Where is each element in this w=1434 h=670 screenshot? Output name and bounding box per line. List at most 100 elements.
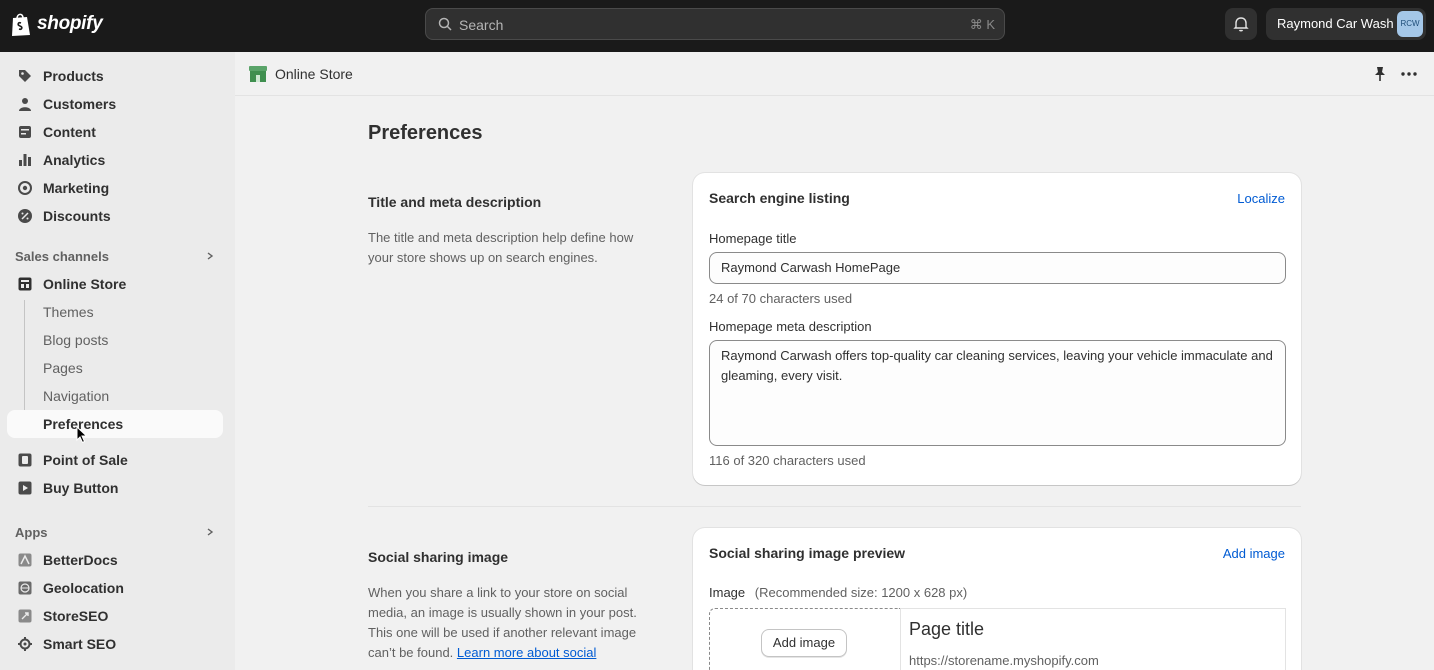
page-title: Preferences (368, 122, 483, 144)
image-label-text: Image (709, 585, 746, 600)
globe-icon (18, 581, 32, 595)
social-sharing-description: When you share a link to your store on s… (368, 583, 658, 663)
shopify-bag-icon (12, 13, 30, 36)
sidebar-item-label: BetterDocs (43, 552, 118, 568)
homepage-title-help: 24 of 70 characters used (709, 291, 853, 306)
localize-link[interactable]: Localize (1237, 191, 1285, 206)
mouse-cursor-icon (76, 426, 88, 444)
sales-channels-label: Sales channels (15, 249, 109, 264)
shopify-logo[interactable]: shopify (10, 11, 103, 37)
sidebar-item-label: Online Store (43, 276, 127, 292)
sidebar-item-label: Analytics (43, 152, 106, 168)
pos-icon (18, 453, 32, 467)
sidebar-item-content[interactable]: Content (7, 118, 223, 146)
sidebar-item-label: Pages (43, 360, 83, 376)
page-header-title: Online Store (275, 66, 353, 82)
bell-icon (1233, 17, 1249, 32)
chevron-right-icon (207, 252, 214, 260)
sidebar-item-point-of-sale[interactable]: Point of Sale (7, 446, 223, 474)
apps-label: Apps (15, 525, 48, 540)
sidebar-item-customers[interactable]: Customers (7, 90, 223, 118)
card-title: Social sharing image preview (709, 545, 906, 561)
social-preview-box: Page title https://storename.myshopify.c… (900, 608, 1286, 670)
preview-page-title: Page title (909, 619, 985, 639)
sidebar: Products Customers Content Analytics Mar… (0, 52, 235, 670)
sidebar-item-pages[interactable]: Pages (7, 354, 223, 382)
store-menu-button[interactable]: Raymond Car Wash RCW (1266, 8, 1426, 40)
sidebar-item-label: Geolocation (43, 580, 124, 596)
buy-button-icon (18, 481, 32, 495)
sidebar-item-label: Blog posts (43, 332, 109, 348)
sidebar-item-navigation[interactable]: Navigation (7, 382, 223, 410)
section-divider (368, 506, 1301, 507)
sidebar-item-discounts[interactable]: Discounts (7, 202, 223, 230)
target-icon (18, 181, 32, 195)
sidebar-item-storeseo[interactable]: StoreSEO (7, 602, 223, 630)
sidebar-item-online-store[interactable]: Online Store (7, 270, 223, 298)
meta-description-label: Homepage meta description (709, 319, 872, 334)
sidebar-item-label: Customers (43, 96, 117, 112)
sidebar-item-geolocation[interactable]: Geolocation (7, 574, 223, 602)
storeseo-icon (18, 609, 32, 623)
store-icon (18, 277, 32, 291)
sidebar-item-themes[interactable]: Themes (7, 298, 223, 326)
add-image-button[interactable]: Add image (761, 629, 847, 657)
sidebar-item-label: Products (43, 68, 104, 84)
sidebar-item-label: Navigation (43, 388, 110, 404)
sidebar-item-label: Point of Sale (43, 452, 128, 468)
sidebar-item-label: Smart SEO (43, 636, 117, 652)
apps-header[interactable]: Apps (15, 524, 223, 544)
tag-icon (19, 70, 31, 82)
meta-description-help: 116 of 320 characters used (709, 453, 866, 468)
content-icon (19, 126, 31, 138)
sidebar-item-label: Buy Button (43, 480, 119, 496)
notifications-button[interactable] (1225, 8, 1257, 40)
image-label: Image (Recommended size: 1200 x 628 px) (709, 585, 967, 600)
sidebar-item-label: Marketing (43, 180, 110, 196)
gear-icon (18, 637, 32, 651)
title-meta-description: The title and meta description help defi… (368, 230, 634, 265)
person-icon (19, 98, 31, 111)
sidebar-item-smart-seo[interactable]: Smart SEO (7, 630, 223, 658)
more-actions-icon[interactable] (1401, 72, 1417, 76)
bar-chart-icon (19, 154, 31, 166)
sidebar-item-label: Discounts (43, 208, 111, 224)
sidebar-item-products[interactable]: Products (7, 62, 223, 90)
add-image-link[interactable]: Add image (1223, 546, 1285, 561)
top-bar: shopify Search ⌘ K Raymond Car Wash RCW (0, 0, 1434, 52)
search-icon (438, 17, 452, 31)
card-title: Search engine listing (709, 190, 850, 206)
search-shortcut: ⌘ K (969, 17, 995, 32)
title-meta-heading: Title and meta description (368, 194, 542, 210)
sidebar-item-label: StoreSEO (43, 608, 109, 624)
preview-url: https://storename.myshopify.com (909, 653, 1099, 668)
sidebar-item-label: Themes (43, 304, 94, 320)
meta-description-field[interactable]: Raymond Carwash offers top-quality car c… (709, 340, 1286, 446)
homepage-title-field[interactable]: Raymond Carwash HomePage (709, 252, 1286, 284)
sidebar-item-marketing[interactable]: Marketing (7, 174, 223, 202)
homepage-title-label: Homepage title (709, 231, 797, 246)
sidebar-item-betterdocs[interactable]: BetterDocs (7, 546, 223, 574)
online-store-icon (249, 66, 267, 82)
betterdocs-icon (18, 553, 32, 567)
search-placeholder: Search (459, 17, 504, 33)
learn-more-link[interactable]: Learn more about social (457, 645, 596, 660)
sidebar-item-buy-button[interactable]: Buy Button (7, 474, 223, 502)
avatar: RCW (1397, 11, 1423, 37)
page-header-bar: Online Store (235, 52, 1434, 96)
discount-icon (18, 209, 32, 223)
sidebar-item-label: Content (43, 124, 96, 140)
image-size-hint: (Recommended size: 1200 x 628 px) (754, 585, 968, 600)
chevron-right-icon (207, 528, 214, 536)
logo-text: shopify (37, 13, 103, 34)
search-input[interactable]: Search ⌘ K (425, 8, 1005, 40)
sidebar-item-analytics[interactable]: Analytics (7, 146, 223, 174)
search-engine-listing-card: Search engine listing Localize Homepage … (693, 173, 1301, 485)
sidebar-item-preferences[interactable]: Preferences (7, 410, 223, 438)
pin-icon[interactable] (1373, 66, 1387, 82)
sidebar-item-blog-posts[interactable]: Blog posts (7, 326, 223, 354)
store-name: Raymond Car Wash (1277, 16, 1394, 31)
social-sharing-preview-card: Social sharing image preview Add image I… (693, 528, 1301, 670)
social-sharing-heading: Social sharing image (368, 549, 509, 565)
sales-channels-header[interactable]: Sales channels (15, 248, 223, 268)
